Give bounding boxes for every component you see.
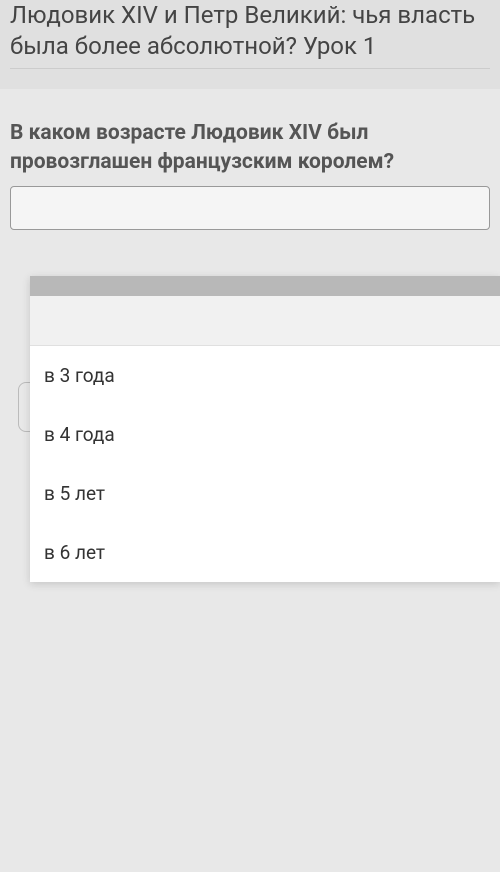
dropdown-option[interactable]: в 5 лет — [30, 464, 500, 523]
dropdown-search-area[interactable] — [30, 296, 500, 346]
dropdown-options-list: в 3 года в 4 года в 5 лет в 6 лет — [30, 346, 500, 582]
lesson-title: Людовик XIV и Петр Великий: чья власть б… — [10, 0, 490, 69]
dropdown-handle[interactable] — [30, 276, 500, 296]
answer-input[interactable] — [10, 186, 490, 230]
dropdown-option[interactable]: в 6 лет — [30, 523, 500, 582]
dropdown-menu: в 3 года в 4 года в 5 лет в 6 лет — [30, 276, 500, 582]
question-section: В каком возрасте Людовик XIV был провозг… — [0, 89, 500, 250]
dropdown-option[interactable]: в 3 года — [30, 346, 500, 405]
question-text: В каком возрасте Людовик XIV был провозг… — [10, 119, 490, 176]
dropdown-option[interactable]: в 4 года — [30, 405, 500, 464]
lesson-header: Людовик XIV и Петр Великий: чья власть б… — [0, 0, 500, 89]
